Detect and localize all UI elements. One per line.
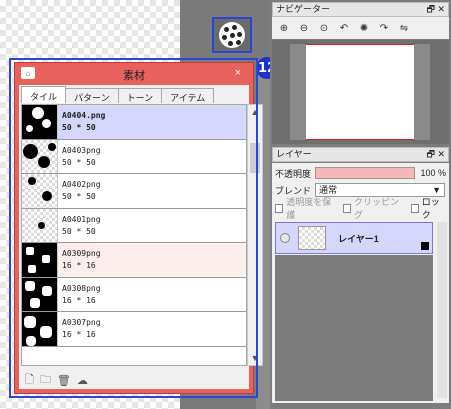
layer-header: レイヤー 🗗 ✕ xyxy=(272,147,449,162)
navigator-preview[interactable] xyxy=(272,40,449,144)
layer-scrollbar[interactable] xyxy=(437,222,447,398)
lock-label: ロック xyxy=(421,197,440,220)
highlight-outline xyxy=(9,58,258,398)
material-tool-icon xyxy=(219,22,245,48)
lock-checkbox[interactable] xyxy=(410,203,419,213)
panel-controls-icon[interactable]: 🗗 ✕ xyxy=(427,3,446,16)
navigator-header: ナビゲーター 🗗 ✕ xyxy=(272,2,449,17)
layer-list-empty xyxy=(275,255,433,401)
navigator-shade-right xyxy=(414,44,430,140)
blend-value: 通常 xyxy=(319,185,338,195)
material-tool-button[interactable] xyxy=(212,17,252,53)
opacity-slider[interactable] xyxy=(315,167,416,179)
opacity-label: 不透明度 xyxy=(275,168,312,179)
zoom-fit-icon[interactable]: ⊙ xyxy=(316,23,332,34)
layer-item[interactable]: レイヤー1 xyxy=(275,222,433,254)
zoom-out-icon[interactable]: ⊖ xyxy=(296,23,312,34)
navigator-shade-left xyxy=(290,44,306,140)
navigator-page xyxy=(290,44,430,140)
rotate-reset-icon[interactable]: ✺ xyxy=(356,23,372,34)
opacity-value: 100 % xyxy=(420,168,446,178)
layer-mask-icon xyxy=(421,242,429,250)
zoom-in-icon[interactable]: ⊕ xyxy=(276,23,292,34)
clipping-checkbox[interactable] xyxy=(342,203,352,213)
rotate-left-icon[interactable]: ↶ xyxy=(336,23,352,34)
layer-name: レイヤー1 xyxy=(338,233,379,244)
protect-opacity-checkbox[interactable] xyxy=(275,203,284,213)
protect-opacity-label: 透明度を保護 xyxy=(286,197,332,220)
navigator-title: ナビゲーター xyxy=(276,4,331,14)
navigator-toolbar: ⊕ ⊖ ⊙ ↶ ✺ ↷ ⇋ xyxy=(272,17,449,39)
clipping-label: クリッピング xyxy=(354,197,400,220)
layer-thumbnail xyxy=(298,226,326,250)
rotate-right-icon[interactable]: ↷ xyxy=(376,23,392,34)
panel-controls-icon[interactable]: 🗗 ✕ xyxy=(427,148,446,161)
layer-panel-title: レイヤー xyxy=(276,149,312,159)
flip-icon[interactable]: ⇋ xyxy=(396,23,412,34)
visibility-icon[interactable] xyxy=(280,233,290,243)
layer-panel: 不透明度 100 % ブレンド 通常 ▼ 透明度を保護 クリッピング ロック レ… xyxy=(272,163,449,403)
